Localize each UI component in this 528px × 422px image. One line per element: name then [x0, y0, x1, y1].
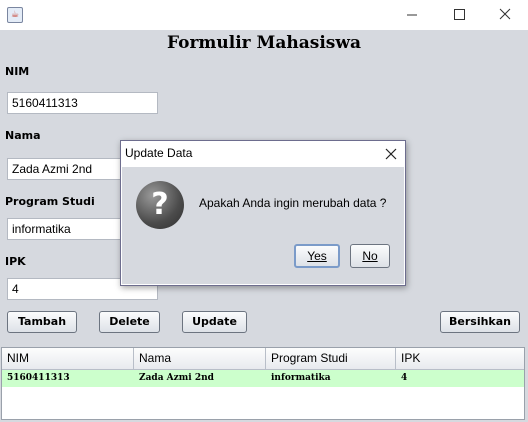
yes-button[interactable]: Yes — [294, 244, 340, 268]
table-row[interactable]: 5160411313 Zada Azmi 2nd informatika 4 — [2, 370, 524, 387]
dialog-message: Apakah Anda ingin merubah data ? — [199, 196, 387, 210]
maximize-button[interactable] — [444, 4, 474, 26]
maximize-icon — [454, 9, 465, 20]
window-titlebar: ☕ — [0, 0, 528, 30]
close-button[interactable] — [490, 4, 520, 26]
data-table[interactable]: NIM Nama Program Studi IPK 5160411313 Za… — [1, 347, 525, 420]
close-icon — [499, 8, 511, 20]
dialog-title: Update Data — [125, 146, 193, 160]
cell-nama: Zada Azmi 2nd — [139, 373, 214, 383]
dialog-close-button[interactable] — [383, 146, 399, 162]
page-title: Formulir Mahasiswa — [166, 33, 362, 53]
tambah-button[interactable]: Tambah — [7, 311, 77, 333]
column-header-program-studi[interactable]: Program Studi — [266, 348, 396, 370]
nim-field[interactable]: 5160411313 — [7, 92, 158, 114]
program-studi-label: Program Studi — [5, 195, 95, 208]
question-icon: ? — [136, 181, 184, 229]
cell-ipk: 4 — [401, 373, 408, 383]
cell-nim: 5160411313 — [7, 373, 70, 383]
dialog-body: ? Apakah Anda ingin merubah data ? Yes N… — [122, 167, 404, 284]
minimize-icon — [407, 14, 417, 16]
nama-label: Nama — [5, 129, 41, 142]
column-header-nim[interactable]: NIM — [2, 348, 134, 370]
update-button[interactable]: Update — [182, 311, 247, 333]
minimize-button[interactable] — [397, 4, 427, 26]
nim-label: NIM — [5, 65, 30, 78]
update-data-dialog: Update Data ? Apakah Anda ingin merubah … — [120, 140, 406, 286]
cell-program-studi: informatika — [271, 373, 331, 383]
table-header: NIM Nama Program Studi IPK — [2, 348, 524, 370]
ipk-label: IPK — [5, 255, 26, 268]
column-header-ipk[interactable]: IPK — [396, 348, 524, 370]
no-button[interactable]: No — [350, 244, 390, 268]
bersihkan-button[interactable]: Bersihkan — [440, 311, 520, 333]
java-coffee-icon: ☕ — [7, 7, 23, 23]
close-icon — [385, 148, 397, 160]
column-header-nama[interactable]: Nama — [134, 348, 266, 370]
delete-button[interactable]: Delete — [99, 311, 160, 333]
